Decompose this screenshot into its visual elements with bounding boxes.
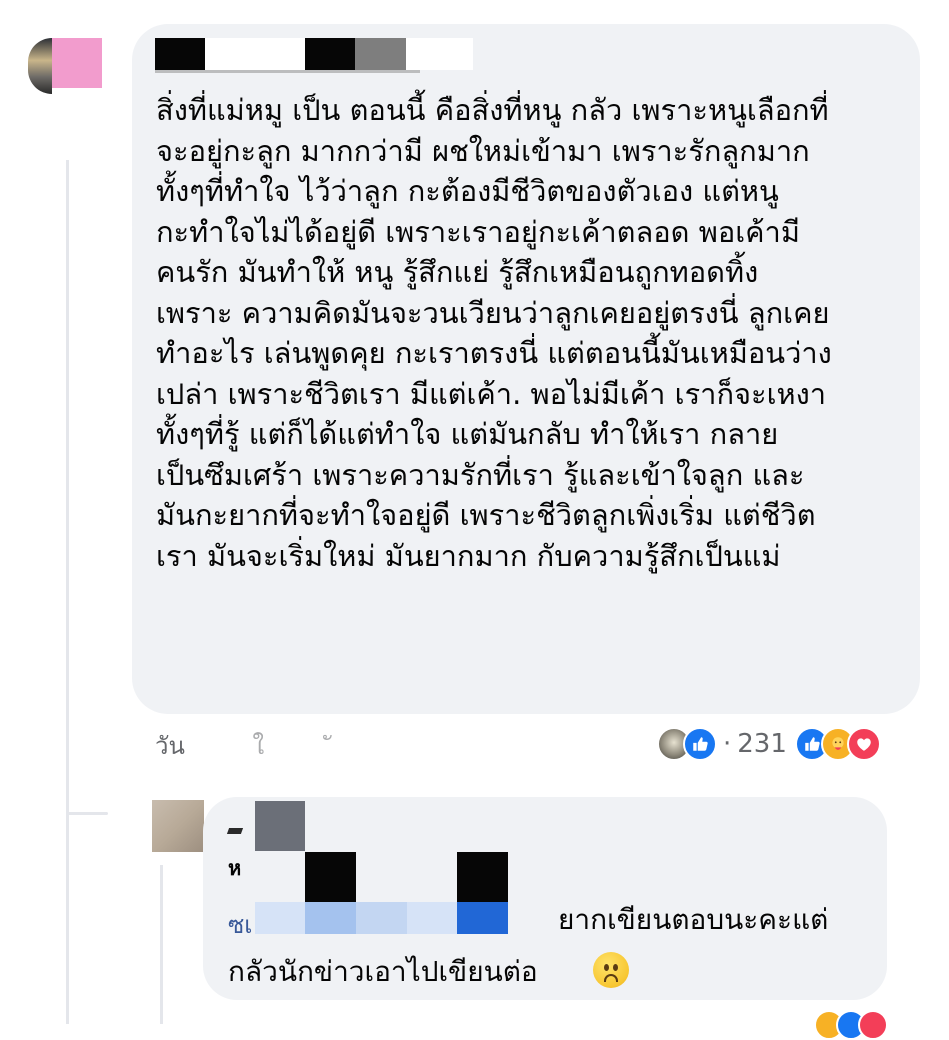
reaction-count[interactable]: 231 bbox=[737, 729, 787, 759]
mention-redaction bbox=[305, 902, 356, 934]
comment-body: สิ่งที่แม่หมู เป็น ตอนนี้ คือสิ่งที่หนู … bbox=[156, 93, 832, 573]
commenter-avatar[interactable] bbox=[22, 32, 104, 98]
redaction-block bbox=[155, 38, 205, 70]
avatar-redaction bbox=[52, 38, 102, 88]
reply-name-fragment: ห bbox=[228, 856, 242, 880]
reaction-summary[interactable]: · 231 bbox=[657, 724, 881, 764]
reply-text-line2: กลัวนักข่าวเอาไปเขียนต่อ bbox=[228, 955, 538, 988]
avatar-photo bbox=[28, 38, 52, 94]
love-icon bbox=[846, 727, 881, 761]
reply-reactions-clipped[interactable] bbox=[814, 1010, 888, 1040]
commenter-name-redacted[interactable] bbox=[155, 38, 473, 78]
separator-dot: · bbox=[723, 729, 732, 759]
reply-avatar[interactable] bbox=[152, 800, 204, 852]
thread-line-vertical bbox=[66, 160, 69, 1024]
like-icon bbox=[683, 727, 717, 761]
mention-redaction bbox=[255, 902, 305, 934]
mention-redaction bbox=[457, 902, 508, 934]
like-link-remnant[interactable]: ใ bbox=[253, 732, 265, 760]
mention-redaction bbox=[356, 902, 407, 934]
redaction-block bbox=[255, 801, 305, 851]
reply-mention-fragment[interactable]: ซเ bbox=[228, 905, 253, 944]
name-fragment bbox=[226, 828, 244, 834]
redaction-block bbox=[457, 852, 508, 902]
comment-meta: วัน ใ ั bbox=[155, 726, 332, 765]
thread-line-reply-connector bbox=[68, 812, 108, 815]
redaction-block bbox=[355, 38, 406, 70]
reply-text-line1: ยากเขียนตอบนะคะแต่ bbox=[558, 903, 829, 936]
comment-time[interactable]: วัน bbox=[155, 732, 185, 760]
redaction-block bbox=[205, 38, 305, 70]
thread-line-nested bbox=[160, 865, 163, 1024]
mention-redaction bbox=[407, 902, 457, 934]
sad-face-emoji bbox=[593, 952, 629, 988]
redaction-block bbox=[406, 38, 473, 70]
redaction-block bbox=[305, 38, 355, 70]
redaction-block bbox=[305, 852, 356, 902]
name-text-remnant bbox=[155, 70, 420, 73]
love-icon bbox=[858, 1010, 888, 1040]
